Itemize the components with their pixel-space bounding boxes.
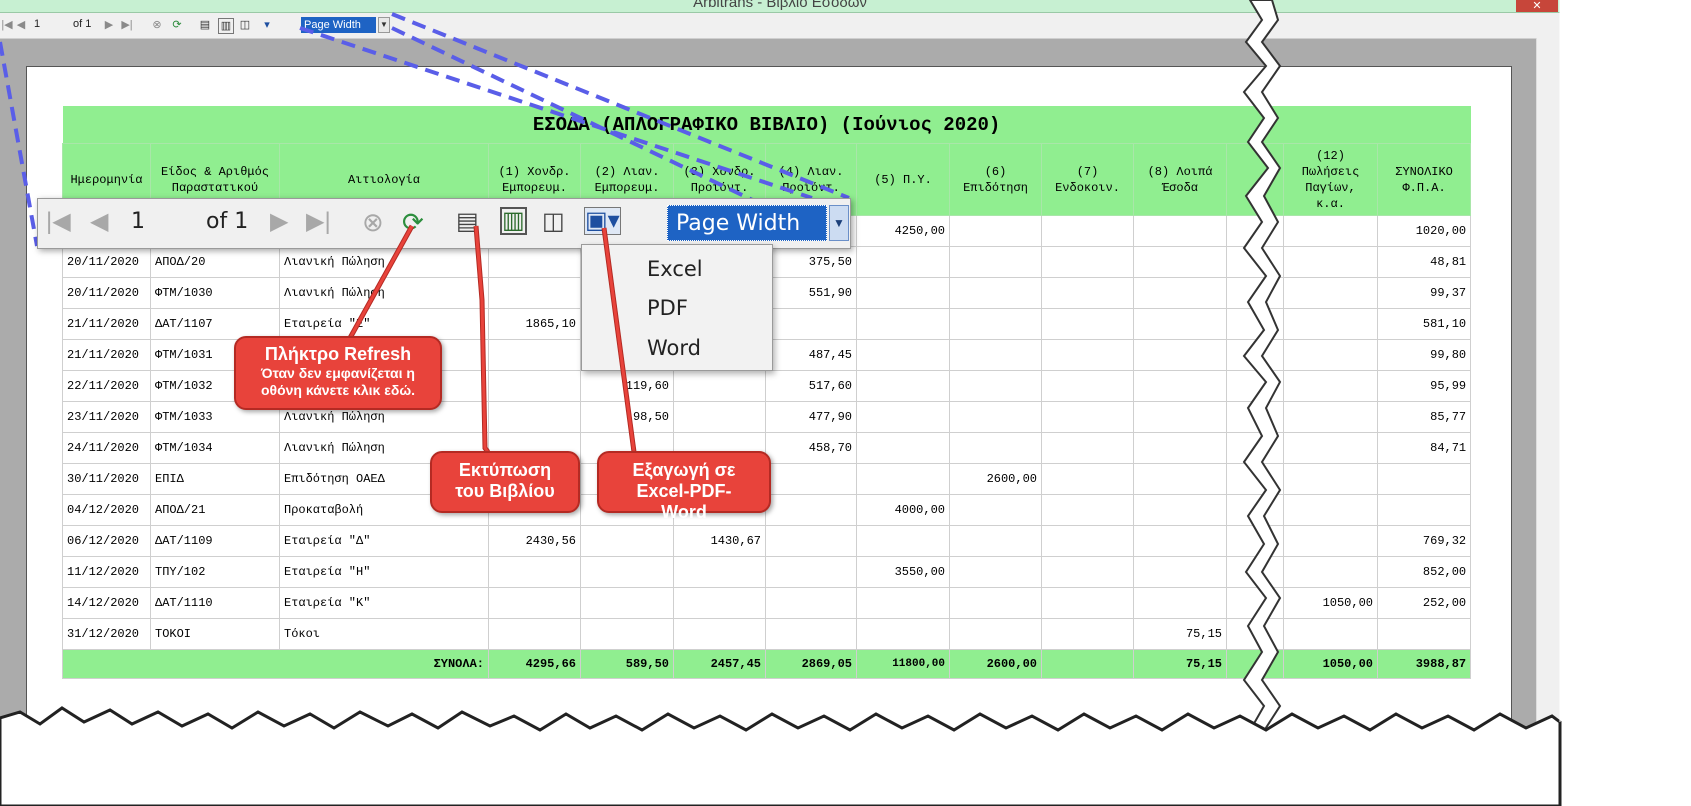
- torn-bottom-edge: [0, 0, 1562, 806]
